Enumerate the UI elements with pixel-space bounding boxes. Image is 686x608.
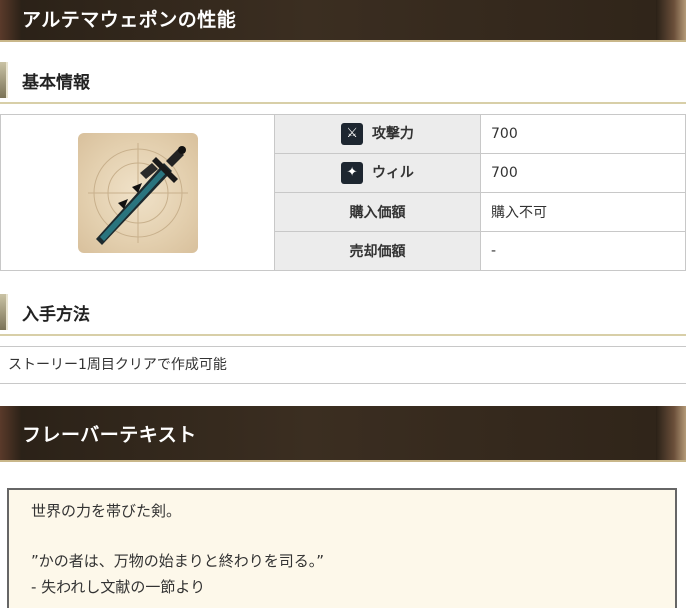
flavor-title: フレーバーテキスト — [22, 424, 197, 446]
basic-info-title: 基本情報 — [22, 73, 90, 93]
flavor-text-box: 世界の力を帯びた剣。 ”かの者は、万物の始まりと終わりを司る。” - 失われし文… — [7, 488, 677, 608]
will-icon: ✦ — [341, 162, 364, 184]
acquisition-title: 入手方法 — [22, 305, 90, 325]
weapon-image-cell — [0, 114, 275, 271]
sell-price-label: 売却価額 — [274, 231, 481, 271]
acquisition-text: ストーリー1周目クリアで作成可能 — [0, 346, 686, 384]
page-title-bar: アルテマウェポンの性能 — [0, 0, 686, 42]
attack-label: 攻撃力 — [371, 126, 414, 142]
basic-info-header: 基本情報 — [0, 56, 686, 104]
flavor-header: フレーバーテキスト — [0, 406, 686, 462]
acquisition-header: 入手方法 — [0, 288, 686, 336]
attack-label-cell: ⚔ 攻撃力 — [274, 114, 481, 154]
header-ornament-left — [0, 0, 22, 40]
will-value: 700 — [480, 153, 686, 193]
weapon-image — [77, 132, 198, 253]
sword-icon: ⚔ — [341, 123, 364, 145]
table-row: ⚔ 攻撃力 700 — [0, 114, 686, 271]
header-ornament-right — [656, 406, 686, 460]
sell-price-value: - — [480, 231, 686, 271]
header-ornament-left — [0, 406, 22, 460]
section-marker-icon — [0, 62, 8, 98]
page-title: アルテマウェポンの性能 — [22, 9, 237, 31]
flavor-line-2: ”かの者は、万物の始まりと終わりを司る。” — [31, 552, 325, 570]
flavor-line-1: 世界の力を帯びた剣。 — [31, 502, 182, 520]
header-ornament-right — [656, 0, 686, 40]
flavor-line-3: - 失われし文献の一節より — [31, 578, 206, 596]
attack-value: 700 — [480, 114, 686, 154]
section-marker-icon — [0, 294, 8, 330]
will-label: ウィル — [371, 165, 414, 181]
buy-price-value: 購入不可 — [480, 192, 686, 232]
buy-price-label: 購入価額 — [274, 192, 481, 232]
basic-info-table: ⚔ 攻撃力 700 ✦ ウィル 700 購入価額 購入不可 売却価額 - — [0, 114, 686, 271]
will-label-cell: ✦ ウィル — [274, 153, 481, 193]
